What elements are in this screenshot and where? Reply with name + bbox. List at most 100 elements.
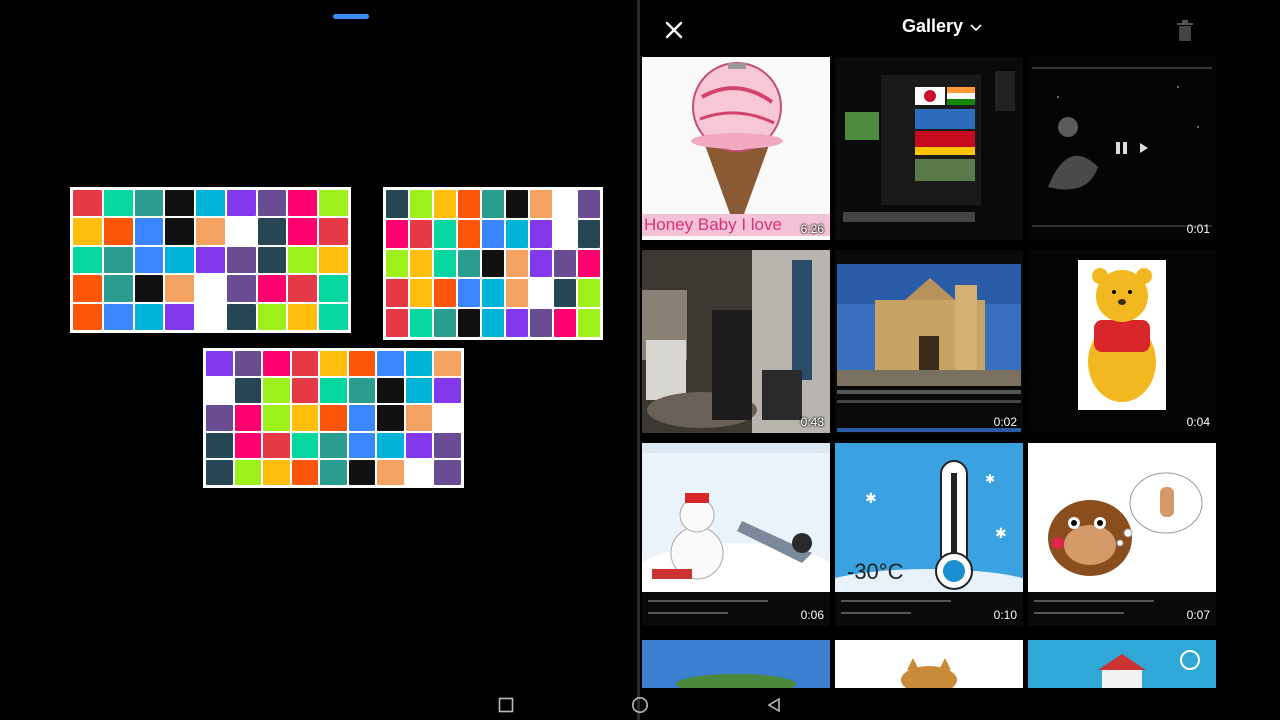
collage-tile	[348, 432, 376, 458]
collage-tile	[348, 459, 376, 485]
collage-preview-1[interactable]	[70, 187, 351, 333]
collage-tile	[319, 246, 348, 274]
collage-tile	[386, 190, 408, 218]
left-pane	[0, 0, 637, 720]
gallery-item-room[interactable]: 0:43	[642, 250, 830, 433]
gallery-item-flags-video[interactable]	[835, 57, 1023, 240]
collage-tile	[226, 246, 256, 274]
duration-label: 0:02	[993, 415, 1017, 429]
collage-tile	[554, 190, 576, 218]
collage-tile	[506, 249, 528, 278]
gallery-item-ice-cream[interactable]: Honey Baby I love 6:26	[642, 57, 830, 240]
collage-tile	[458, 279, 480, 308]
collage-tile	[319, 275, 348, 302]
collage-tile	[226, 303, 256, 330]
chevron-down-icon	[970, 23, 982, 31]
collage-tile	[291, 405, 319, 431]
collage-tile	[434, 249, 456, 278]
collage-tile	[288, 275, 318, 302]
collage-tile	[458, 249, 480, 278]
collage-tile	[482, 249, 504, 278]
collage-tile	[482, 309, 504, 337]
collage-tile	[257, 190, 287, 217]
collage-tile	[288, 246, 318, 274]
gallery-item-fairy-night[interactable]: 0:01	[1028, 57, 1216, 240]
collage-tile	[196, 275, 225, 302]
gallery-header: Gallery	[640, 0, 1280, 56]
collage-tile	[206, 432, 233, 458]
duration-label: 0:06	[800, 608, 824, 622]
system-nav-bar	[0, 690, 1280, 720]
collage-tile	[103, 303, 133, 330]
collage-tile	[578, 309, 600, 337]
collage-tile	[410, 219, 432, 248]
gallery-item-snowman[interactable]: 0:06	[642, 443, 830, 626]
collage-tile	[386, 309, 408, 337]
collage-tile	[506, 279, 528, 308]
collage-tile	[134, 246, 164, 274]
collage-tile	[405, 378, 433, 404]
collage-tile	[134, 190, 164, 217]
gallery-title: Gallery	[902, 16, 964, 36]
sky-image	[642, 646, 830, 688]
collage-tile	[386, 249, 408, 278]
gallery-pane: Gallery Honey Baby I love 6:26 0:01 0:43…	[640, 0, 1280, 720]
collage-tile	[320, 378, 347, 404]
close-icon[interactable]	[660, 16, 688, 44]
collage-tile	[134, 218, 164, 245]
collage-tile	[291, 432, 319, 458]
collage-tile	[410, 309, 432, 337]
flags-screenshot-image	[843, 71, 1015, 222]
collage-tile	[73, 275, 102, 302]
collage-tile	[434, 351, 461, 377]
collage-tile	[434, 190, 456, 218]
duration-label: 6:26	[800, 222, 824, 236]
back-icon[interactable]	[763, 694, 785, 716]
collage-tile	[196, 303, 225, 330]
pooh-image	[1078, 260, 1166, 410]
collage-tile	[578, 190, 600, 218]
gallery-item-beaver[interactable]: 0:07	[1028, 443, 1216, 626]
collage-tile	[434, 432, 461, 458]
collage-tile	[73, 303, 102, 330]
collage-tile	[263, 459, 290, 485]
cat-image	[835, 654, 1023, 688]
gallery-item-thermometer[interactable]: ✱ ✱ ✱ -30°C 0:10	[835, 443, 1023, 626]
collage-tile	[554, 279, 576, 308]
home-icon[interactable]	[629, 694, 651, 716]
collage-preview-2[interactable]	[383, 187, 603, 340]
collage-tile	[482, 279, 504, 308]
collage-tile	[320, 459, 347, 485]
gallery-item-doghouse[interactable]	[1028, 640, 1216, 688]
room-image	[642, 250, 830, 433]
trash-icon[interactable]	[1176, 20, 1194, 42]
recents-icon[interactable]	[495, 694, 517, 716]
collage-tile	[134, 275, 164, 302]
gallery-dropdown[interactable]: Gallery	[902, 16, 983, 37]
collage-tile	[434, 405, 461, 431]
collage-tile	[288, 190, 318, 217]
split-drag-handle[interactable]	[333, 14, 369, 19]
collage-tile	[234, 432, 262, 458]
collage-tile	[377, 405, 404, 431]
collage-tile	[434, 378, 461, 404]
duration-label: 0:04	[1186, 415, 1210, 429]
gallery-item-sky[interactable]	[642, 640, 830, 688]
svg-text:✱: ✱	[985, 472, 995, 486]
collage-tile	[506, 309, 528, 337]
collage-tile	[234, 405, 262, 431]
collage-tile	[319, 218, 348, 245]
fairy-night-image	[1032, 67, 1212, 227]
gallery-item-cat[interactable]	[835, 640, 1023, 688]
gallery-item-church[interactable]: 0:02	[835, 250, 1023, 433]
collage-tile	[410, 190, 432, 218]
collage-preview-3[interactable]	[203, 348, 464, 488]
collage-tile	[263, 378, 290, 404]
collage-tile	[405, 459, 433, 485]
collage-tile	[103, 218, 133, 245]
collage-tile	[458, 309, 480, 337]
collage-tile	[348, 405, 376, 431]
collage-tile	[234, 351, 262, 377]
collage-tile	[434, 459, 461, 485]
gallery-item-pooh[interactable]: 0:04	[1028, 250, 1216, 433]
